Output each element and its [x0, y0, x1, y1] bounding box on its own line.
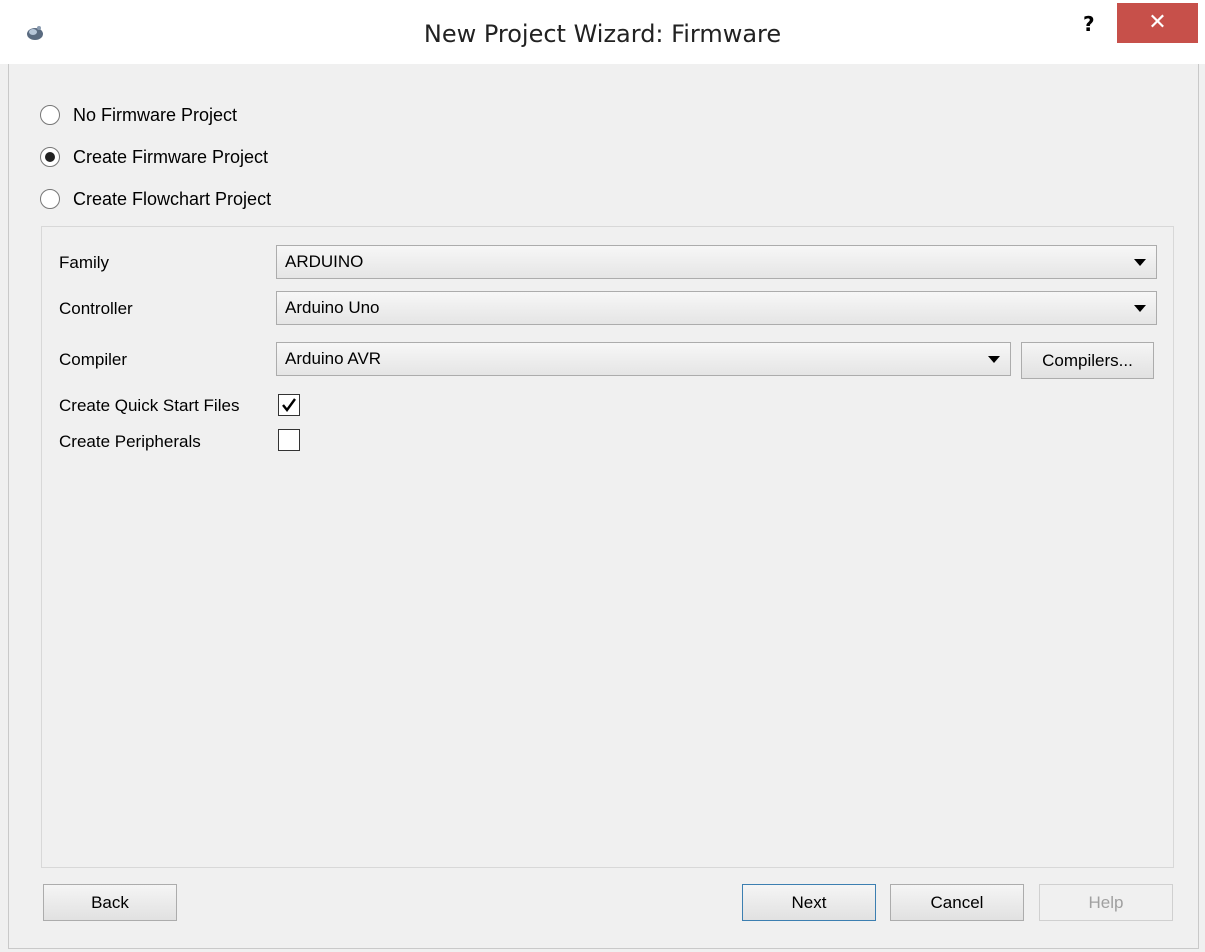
quick-start-label: Create Quick Start Files	[59, 396, 240, 415]
radio-create-flowchart-project[interactable]: Create Flowchart Project	[40, 187, 271, 211]
radio-no-firmware-project[interactable]: No Firmware Project	[40, 103, 237, 127]
radio-label: Create Flowchart Project	[73, 188, 272, 209]
radio-create-firmware-project[interactable]: Create Firmware Project	[40, 145, 268, 169]
chevron-down-icon	[1134, 305, 1146, 312]
family-value: ARDUINO	[285, 252, 364, 271]
peripherals-label: Create Peripherals	[59, 432, 201, 451]
next-button[interactable]: Next	[742, 884, 876, 921]
help-title-button[interactable]: ?	[1083, 12, 1095, 36]
compiler-select[interactable]: Arduino AVR	[276, 342, 1011, 376]
checkmark-icon	[282, 398, 296, 412]
chevron-down-icon	[988, 356, 1000, 363]
controller-label: Controller	[59, 299, 133, 318]
back-button[interactable]: Back	[43, 884, 177, 921]
radio-button[interactable]	[40, 147, 60, 167]
help-button[interactable]: Help	[1039, 884, 1173, 921]
quick-start-checkbox[interactable]	[278, 394, 300, 416]
cancel-button[interactable]: Cancel	[890, 884, 1024, 921]
close-icon: ✕	[1148, 10, 1167, 35]
family-select[interactable]: ARDUINO	[276, 245, 1157, 279]
compiler-value: Arduino AVR	[285, 349, 382, 368]
window-title: New Project Wizard: Firmware	[423, 20, 782, 48]
controller-value: Arduino Uno	[285, 298, 380, 317]
radio-label: Create Firmware Project	[73, 146, 269, 167]
close-button[interactable]: ✕	[1117, 3, 1198, 43]
controller-select[interactable]: Arduino Uno	[276, 291, 1157, 325]
family-label: Family	[59, 253, 110, 272]
radio-label: No Firmware Project	[73, 104, 238, 125]
radio-button[interactable]	[40, 105, 60, 125]
compilers-button[interactable]: Compilers...	[1021, 342, 1154, 379]
peripherals-checkbox[interactable]	[278, 429, 300, 451]
radio-button[interactable]	[40, 189, 60, 209]
compiler-label: Compiler	[59, 350, 128, 369]
title-bar: New Project Wizard: Firmware ? ✕	[0, 0, 1205, 64]
chevron-down-icon	[1134, 259, 1146, 266]
